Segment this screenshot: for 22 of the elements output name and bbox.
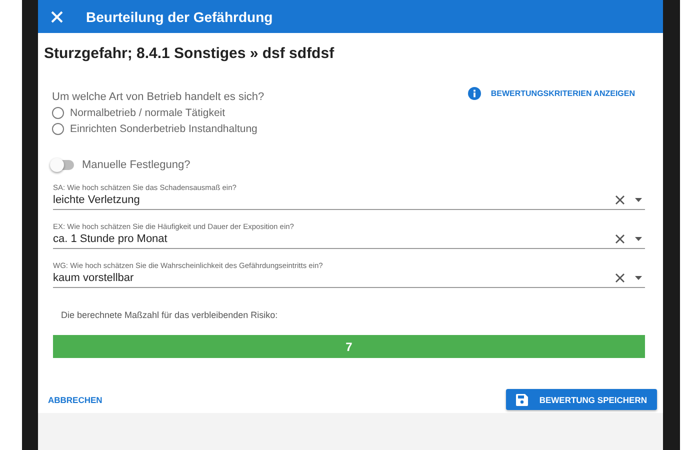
criteria-link[interactable]: BEWERTUNGSKRITERIEN ANZEIGEN — [468, 84, 635, 103]
save-button[interactable]: BEWERTUNG SPEICHERN — [506, 389, 657, 410]
clear-icon[interactable] — [615, 273, 625, 283]
cancel-button[interactable]: ABBRECHEN — [48, 394, 102, 404]
caret-icon[interactable] — [635, 198, 642, 202]
caret-icon[interactable] — [635, 237, 642, 241]
hazard-heading: Sturzgefahr; 8.4.1 Sonstiges » dsf sdfdsf — [44, 45, 336, 62]
radio-label: Einrichten Sonderbetrieb Instandhaltung — [70, 123, 258, 135]
radio-label: Normalbetrieb / normale Tätigkeit — [70, 107, 226, 119]
caret-icon[interactable] — [635, 276, 642, 280]
close-icon[interactable] — [50, 10, 64, 24]
toggle-switch[interactable] — [52, 160, 74, 170]
radio-button[interactable] — [52, 107, 64, 119]
question-label: Um welche Art von Betrieb handelt es sich? — [52, 91, 264, 103]
result-label: Die berechnete Maßzahl für das verbleibenden Risiko: — [61, 310, 279, 320]
clear-icon[interactable] — [615, 195, 625, 205]
clear-icon[interactable] — [615, 234, 625, 244]
risk-score-bar: 7 — [53, 335, 645, 358]
toggle-label: Manuelle Festlegung? — [82, 159, 190, 171]
radio-button[interactable] — [52, 123, 64, 135]
info-icon — [468, 87, 481, 100]
dialog-title: Beurteilung der Gefährdung — [86, 8, 273, 24]
